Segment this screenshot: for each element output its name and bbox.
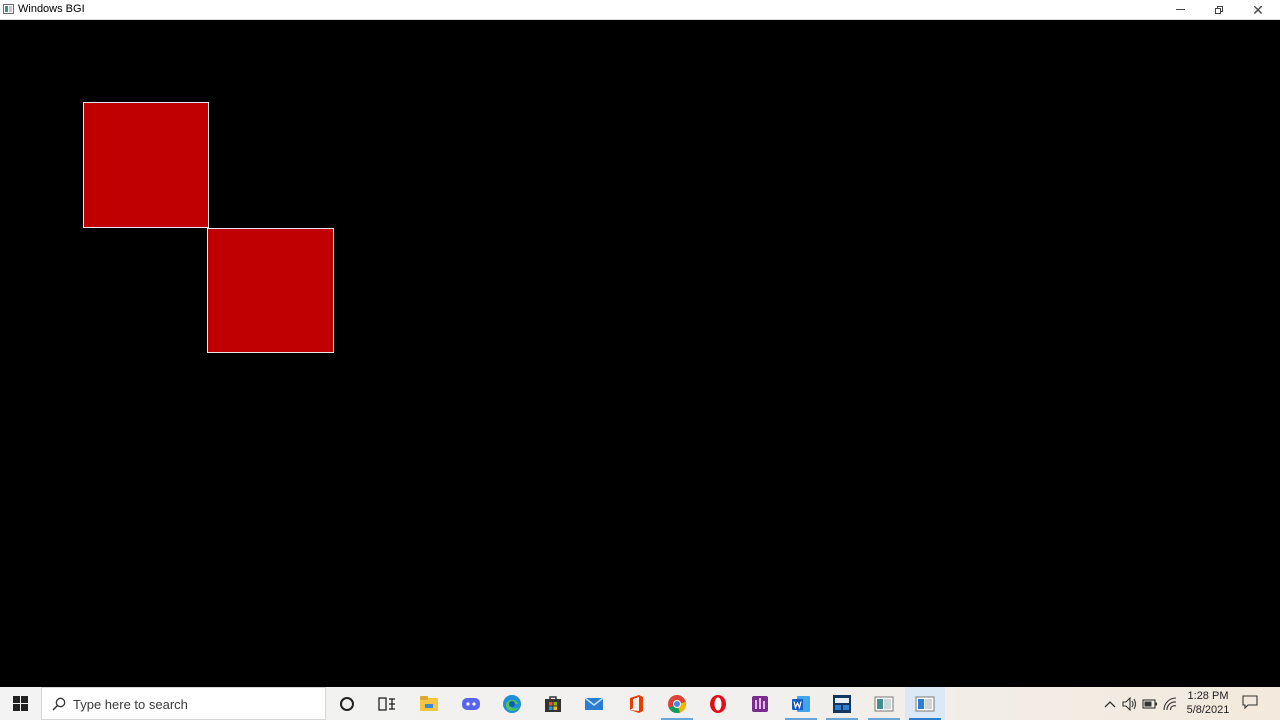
dev-app-icon (833, 694, 851, 713)
windows-logo-icon (12, 696, 28, 711)
dev-app-button[interactable] (822, 687, 862, 720)
minimize-button[interactable] (1161, 0, 1199, 19)
discord-icon (462, 697, 480, 710)
speaker-icon (1122, 696, 1137, 711)
store-icon (545, 695, 561, 712)
opera-icon (710, 694, 726, 713)
task-view-button[interactable] (367, 687, 407, 720)
office-button[interactable] (616, 687, 656, 720)
taskbar: Type here to search 1:28 PM 5/8/2021 (0, 687, 1280, 720)
red-square-2 (207, 228, 334, 353)
opera-button[interactable] (698, 687, 738, 720)
start-button[interactable] (0, 687, 40, 720)
red-square-1 (83, 102, 209, 228)
edge-icon (503, 694, 521, 713)
office-icon (630, 694, 643, 713)
title-bar: Windows BGI ✕ (0, 0, 1280, 20)
windows-bgi-icon (915, 696, 935, 711)
file-explorer-icon (420, 695, 438, 711)
chrome-button[interactable] (657, 687, 697, 720)
chrome-icon (668, 694, 687, 713)
store-button[interactable] (533, 687, 573, 720)
bgi-console-icon (874, 696, 894, 711)
file-explorer-button[interactable] (409, 687, 449, 720)
task-view-icon (378, 696, 395, 711)
search-icon (52, 697, 66, 711)
taskbar-search-box[interactable]: Type here to search (41, 687, 326, 720)
restore-icon (1215, 5, 1223, 14)
windows-bgi-button[interactable] (905, 687, 945, 720)
show-hidden-icons-button[interactable] (1100, 687, 1120, 720)
close-icon: ✕ (1252, 1, 1264, 18)
discord-button[interactable] (451, 687, 491, 720)
bgi-console-button[interactable] (864, 687, 904, 720)
notification-icon (1242, 695, 1258, 710)
app-window-icon (3, 4, 14, 14)
graphics-canvas[interactable] (0, 20, 1280, 687)
word-button[interactable] (781, 687, 821, 720)
equalizer-app-icon (752, 695, 768, 712)
clock-date: 5/8/2021 (1186, 704, 1230, 716)
volume-button[interactable] (1120, 687, 1140, 720)
battery-button[interactable] (1140, 687, 1160, 720)
cortana-icon (340, 696, 354, 711)
word-icon (792, 695, 810, 712)
network-button[interactable] (1160, 687, 1180, 720)
equalizer-app-button[interactable] (740, 687, 780, 720)
search-placeholder: Type here to search (73, 697, 188, 712)
mail-button[interactable] (574, 687, 614, 720)
wifi-icon (1163, 696, 1177, 710)
clock-time: 1:28 PM (1187, 690, 1229, 702)
restore-button[interactable] (1200, 0, 1238, 19)
battery-icon (1142, 698, 1157, 709)
window-title: Windows BGI (18, 3, 85, 15)
mail-icon (584, 696, 604, 710)
minimize-icon (1175, 9, 1185, 10)
taskbar-clock[interactable]: 1:28 PM 5/8/2021 (1182, 689, 1234, 717)
cortana-button[interactable] (327, 687, 367, 720)
action-center-button[interactable] (1242, 695, 1258, 710)
close-button[interactable]: ✕ (1239, 0, 1277, 19)
chevron-up-icon (1104, 700, 1116, 707)
edge-button[interactable] (492, 687, 532, 720)
